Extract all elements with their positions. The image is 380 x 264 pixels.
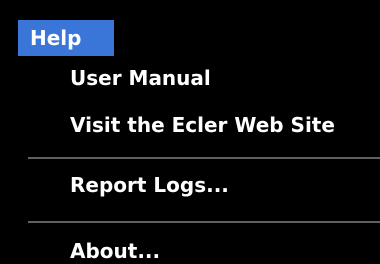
menu-item-visit-website[interactable]: Visit the Ecler Web Site	[70, 109, 335, 141]
menu-item-user-manual[interactable]: User Manual	[70, 62, 211, 94]
help-dropdown-menu: User Manual Visit the Ecler Web Site Rep…	[18, 56, 380, 264]
menu-item-about[interactable]: About...	[70, 235, 160, 264]
menu-separator	[28, 157, 380, 159]
menu-bar: Help	[0, 0, 380, 56]
menu-item-report-logs[interactable]: Report Logs...	[70, 169, 229, 201]
help-menu-title[interactable]: Help	[18, 20, 114, 56]
menu-separator	[28, 221, 380, 223]
